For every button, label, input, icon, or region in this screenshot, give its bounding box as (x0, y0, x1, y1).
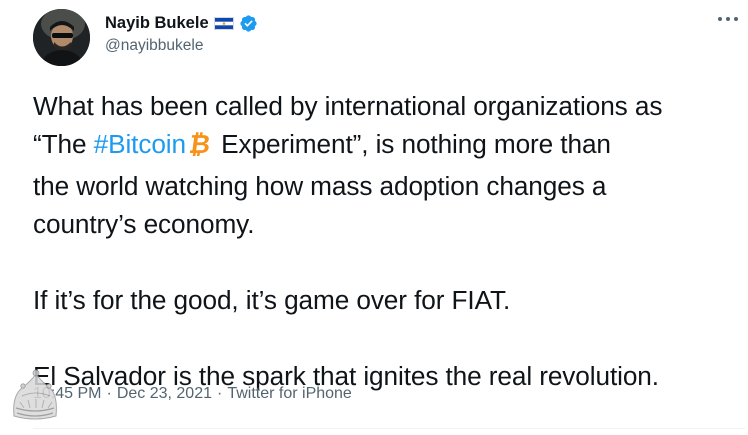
tweet-text: What has been called by international or… (33, 87, 745, 395)
tweet-line-4: country’s economy. (33, 209, 255, 239)
meta-separator: · (106, 385, 112, 402)
tweet-date[interactable]: Dec 23, 2021 (117, 385, 212, 402)
meta-separator: · (217, 385, 223, 402)
more-horizontal-icon (718, 17, 738, 21)
open-quote-text: “The (33, 129, 94, 159)
bottom-divider (33, 428, 745, 429)
tweet-card: Nayib Bukele @nayibbukele What has been … (0, 0, 748, 435)
el-salvador-flag-icon (213, 16, 234, 30)
avatar-image (33, 9, 90, 66)
author-name-row: Nayib Bukele (105, 12, 258, 34)
more-options-button[interactable] (712, 6, 744, 32)
hashtag-bitcoin-link[interactable]: #Bitcoin (94, 129, 186, 159)
crown-watermark-icon (13, 369, 57, 420)
tweet-paragraph-2: If it’s for the good, it’s game over for… (33, 285, 511, 315)
tweet-line-2: “The #Bitcoin ₿ Experiment”, is nothing m… (33, 125, 745, 167)
tweet-source-link[interactable]: Twitter for iPhone (227, 385, 352, 402)
author-display-name[interactable]: Nayib Bukele (105, 14, 209, 33)
svg-text:₿: ₿ (190, 131, 212, 157)
verified-badge-icon (239, 14, 258, 33)
tweet-line-3: the world watching how mass adoption cha… (33, 171, 607, 201)
experiment-text: Experiment”, is nothing more than (214, 129, 611, 159)
bitcoin-emoji-icon: ₿ (187, 129, 212, 167)
author-handle[interactable]: @nayibbukele (105, 37, 258, 55)
tweet-metadata: 10:45 PM · Dec 23, 2021 · Twitter for iPhone (33, 385, 352, 403)
tweet-line-1: What has been called by international or… (33, 91, 663, 121)
tweet-author: Nayib Bukele @nayibbukele (105, 12, 258, 55)
avatar[interactable] (33, 9, 90, 66)
